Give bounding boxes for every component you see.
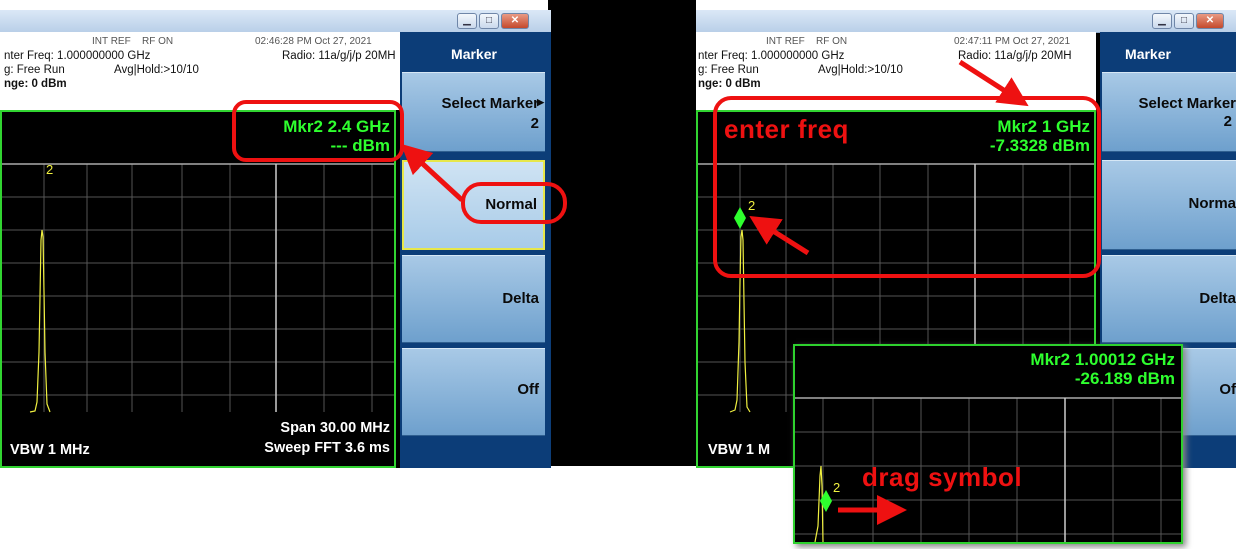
arrow-to-timestamp [958, 59, 1029, 107]
arrow-to-readout [400, 143, 464, 202]
arrow-to-marker [749, 216, 810, 256]
annotation-arrows [400, 59, 1029, 525]
